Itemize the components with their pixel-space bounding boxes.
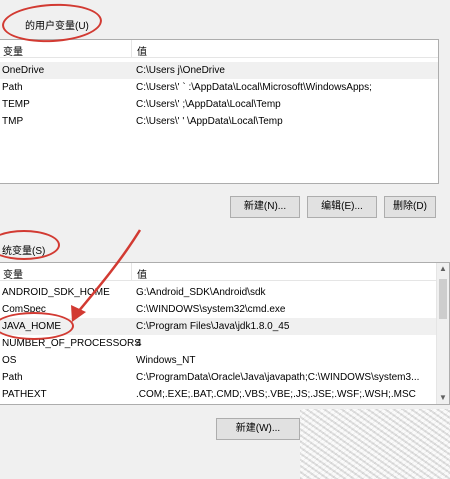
annotation-arrow [71, 229, 142, 322]
